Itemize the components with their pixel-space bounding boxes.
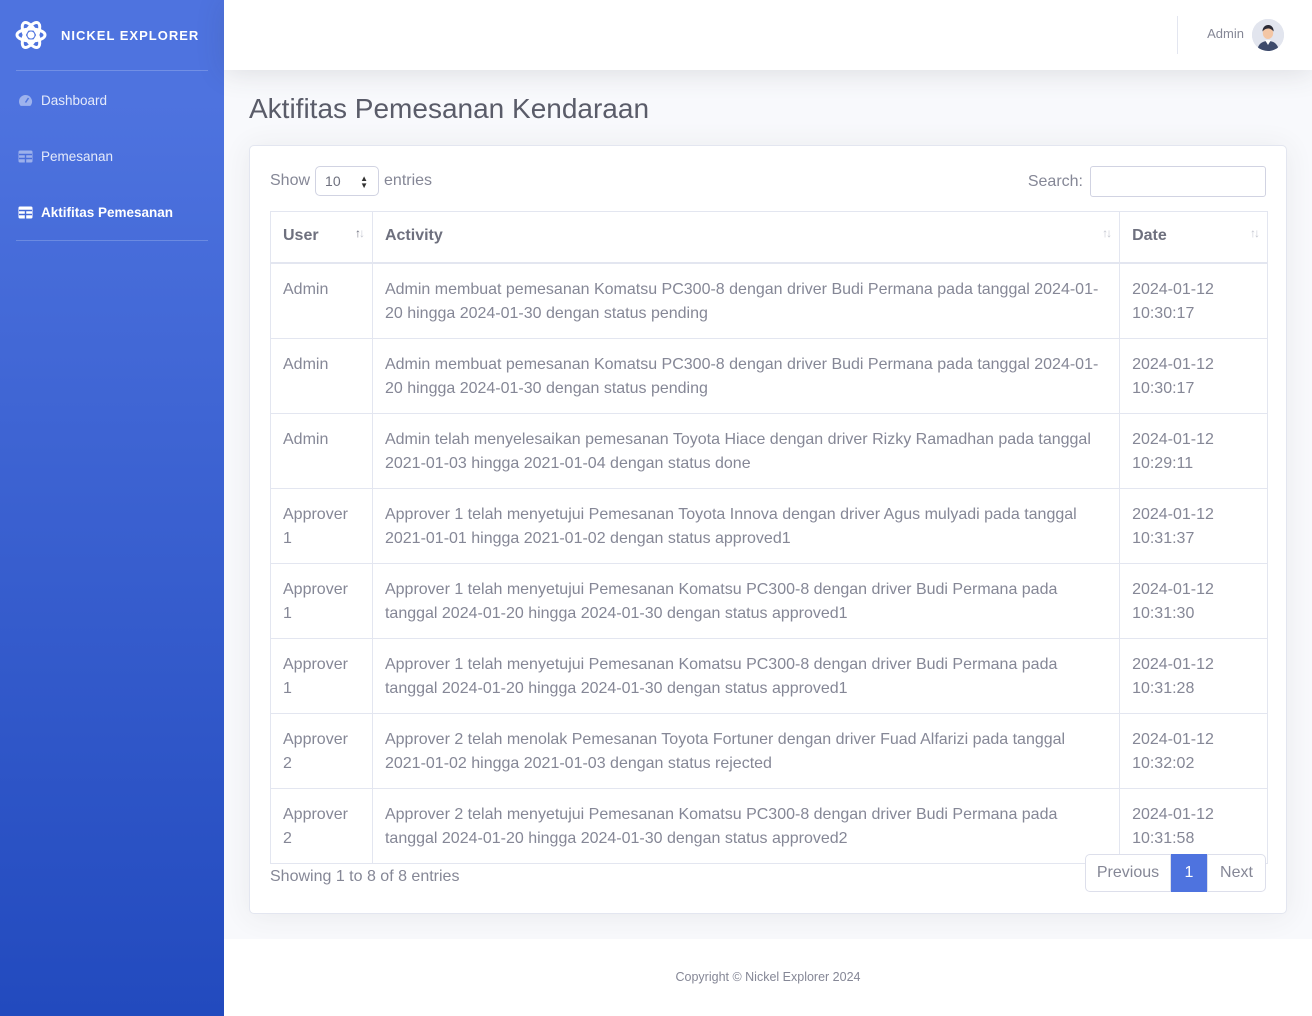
previous-page-button[interactable]: Previous: [1085, 854, 1171, 892]
cell-activity: Approver 1 telah menyetujui Pemesanan Ko…: [371, 637, 1121, 714]
table-row: Approver 1 Approver 1 telah menyetujui P…: [270, 562, 1268, 639]
cell-date: 2024-01-12 10:31:30: [1119, 562, 1268, 639]
sort-icon: ↑↓: [1102, 226, 1112, 240]
cell-user: Admin: [270, 412, 373, 489]
sidebar-item-dashboard[interactable]: Dashboard: [0, 72, 224, 128]
cell-date: 2024-01-12 10:30:17: [1119, 337, 1268, 414]
select-caret-icon: ▲ ▼: [360, 174, 369, 190]
sidebar: NICKEL EXPLORER Dashboard Pemesanan Akti…: [0, 0, 224, 1016]
avatar[interactable]: [1252, 19, 1284, 51]
topbar-divider: [1177, 16, 1178, 54]
sidebar-item-label: Dashboard: [41, 92, 108, 108]
search-control: Search:: [1028, 166, 1266, 197]
cell-activity: Admin membuat pemesanan Komatsu PC300-8 …: [371, 262, 1121, 339]
cell-activity: Approver 2 telah menyetujui Pemesanan Ko…: [371, 787, 1121, 864]
show-label: Show: [270, 172, 311, 189]
cell-user: Approver 1: [270, 637, 373, 714]
sidebar-divider: [16, 240, 208, 241]
user-name[interactable]: Admin: [1207, 26, 1244, 41]
page-length-value: 10: [325, 173, 341, 189]
column-header-user[interactable]: User ↑↓: [270, 211, 373, 264]
cell-user: Approver 1: [270, 487, 373, 564]
sidebar-item-aktifitas-pemesanan[interactable]: Aktifitas Pemesanan: [0, 184, 224, 240]
brand[interactable]: NICKEL EXPLORER: [0, 0, 224, 70]
column-header-activity[interactable]: Activity ↑↓: [371, 211, 1121, 264]
footer: Copyright © Nickel Explorer 2024: [224, 939, 1312, 1016]
search-input[interactable]: [1090, 166, 1266, 197]
copyright-text: Copyright © Nickel Explorer 2024: [675, 970, 861, 984]
page-length-select[interactable]: 10 ▲ ▼: [315, 166, 380, 196]
table-row: Admin Admin membuat pemesanan Komatsu PC…: [270, 262, 1268, 339]
cell-date: 2024-01-12 10:31:28: [1119, 637, 1268, 714]
pagination: Previous 1 Next: [1085, 854, 1266, 892]
table-row: Admin Admin membuat pemesanan Komatsu PC…: [270, 337, 1268, 414]
cell-date: 2024-01-12 10:30:17: [1119, 262, 1268, 339]
cell-user: Admin: [270, 262, 373, 339]
column-header-date[interactable]: Date ↑↓: [1119, 211, 1268, 264]
table-icon: [18, 150, 33, 163]
sort-icon: ↑↓: [354, 226, 365, 240]
cell-date: 2024-01-12 10:32:02: [1119, 712, 1268, 789]
cell-date: 2024-01-12 10:29:11: [1119, 412, 1268, 489]
sidebar-item-label: Pemesanan: [41, 148, 114, 164]
table-icon: [18, 206, 33, 219]
topbar: Admin: [224, 0, 1312, 70]
sidebar-item-label: Aktifitas Pemesanan: [41, 204, 174, 220]
activity-card: Show 10 ▲ ▼ entries Search: User ↑↓ Activ…: [249, 145, 1287, 914]
next-page-button[interactable]: Next: [1207, 854, 1266, 892]
cell-user: Approver 1: [270, 562, 373, 639]
cell-date: 2024-01-12 10:31:58: [1119, 787, 1268, 864]
cell-user: Approver 2: [270, 787, 373, 864]
page-length-control: Show 10 ▲ ▼ entries: [270, 166, 432, 196]
brand-name: NICKEL EXPLORER: [61, 27, 200, 43]
table-row: Approver 2 Approver 2 telah menyetujui P…: [270, 787, 1268, 864]
cell-user: Approver 2: [270, 712, 373, 789]
sort-icon: ↑↓: [1250, 226, 1260, 240]
page-title: Aktifitas Pemesanan Kendaraan: [249, 93, 650, 124]
cell-activity: Admin membuat pemesanan Komatsu PC300-8 …: [371, 337, 1121, 414]
table-header-row: User ↑↓ Activity ↑↓ Date ↑↓: [270, 211, 1268, 264]
entries-label: entries: [384, 172, 433, 189]
table-info: Showing 1 to 8 of 8 entries: [270, 868, 460, 885]
table-row: Approver 1 Approver 1 telah menyetujui P…: [270, 487, 1268, 564]
atom-icon: [14, 18, 48, 52]
cell-activity: Approver 1 telah menyetujui Pemesanan Ko…: [371, 562, 1121, 639]
cell-activity: Approver 1 telah menyetujui Pemesanan To…: [371, 487, 1121, 564]
table-row: Approver 2 Approver 2 telah menolak Peme…: [270, 712, 1268, 789]
table-row: Approver 1 Approver 1 telah menyetujui P…: [270, 637, 1268, 714]
cell-date: 2024-01-12 10:31:37: [1119, 487, 1268, 564]
activity-table: User ↑↓ Activity ↑↓ Date ↑↓ Admin Admin …: [270, 211, 1268, 864]
sidebar-item-pemesanan[interactable]: Pemesanan: [0, 128, 224, 184]
cell-activity: Admin telah menyelesaikan pemesanan Toyo…: [371, 412, 1121, 489]
table-row: Admin Admin telah menyelesaikan pemesana…: [270, 412, 1268, 489]
search-label: Search:: [1027, 172, 1083, 190]
page-1-button[interactable]: 1: [1171, 854, 1207, 892]
tachometer-icon: [18, 94, 33, 107]
cell-activity: Approver 2 telah menolak Pemesanan Toyot…: [371, 712, 1121, 789]
cell-user: Admin: [270, 337, 373, 414]
